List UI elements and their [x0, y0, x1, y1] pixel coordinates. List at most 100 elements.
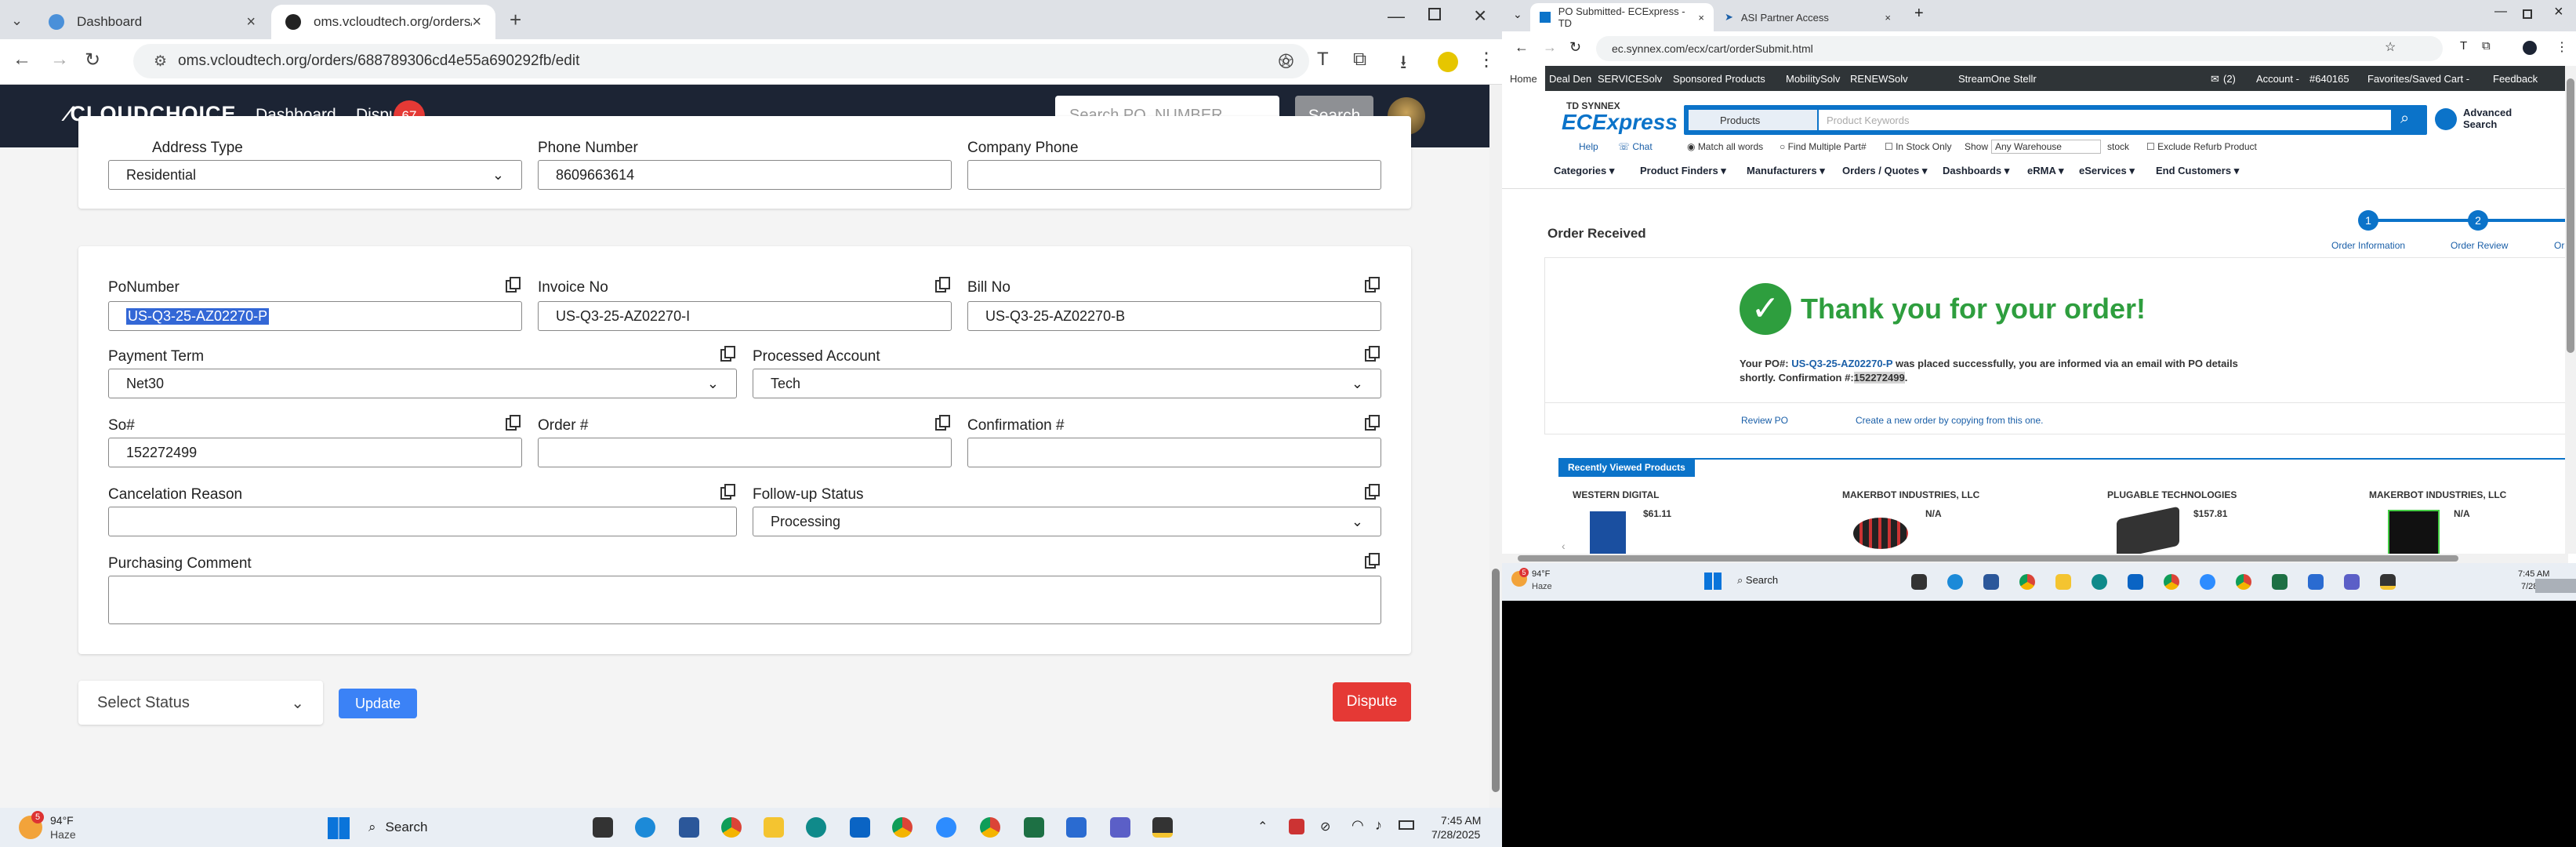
find-multiple-radio[interactable]: ○ Find Multiple Part# — [1780, 141, 1867, 152]
tray-sync-icon[interactable]: ⊘ — [1320, 819, 1330, 834]
product-image-4[interactable] — [2388, 510, 2440, 557]
address-type-select[interactable]: Residential ⌄ — [108, 160, 522, 190]
chrome-icon-3[interactable] — [980, 817, 1000, 838]
chrome-icon-2[interactable] — [2164, 574, 2179, 590]
tray-chevron-icon[interactable]: ⌃ — [1257, 819, 1268, 834]
carousel-prev-icon[interactable]: ‹ — [1562, 540, 1566, 552]
menu-dots-icon[interactable]: ⋮ — [2556, 39, 2568, 55]
followup-status-select[interactable]: Processing ⌄ — [753, 507, 1381, 536]
top-link-servicesolv[interactable]: SERVICESolv — [1598, 73, 1662, 85]
copy-icon[interactable] — [1364, 414, 1381, 431]
calculator-icon[interactable] — [679, 817, 699, 838]
notification-area[interactable] — [2535, 579, 2576, 593]
chat-link[interactable]: ☏ Chat — [1618, 141, 1653, 152]
tab-orders-edit[interactable]: oms.vcloudtech.org/orders/688 × — [271, 5, 495, 39]
cancel-reason-input[interactable] — [108, 507, 737, 536]
close-window-icon[interactable]: × — [1474, 3, 1486, 28]
mail-count[interactable]: (2) — [2223, 73, 2236, 85]
app-icon[interactable] — [1066, 817, 1087, 838]
minimize-icon[interactable]: — — [1388, 6, 1405, 27]
site-info-icon[interactable]: ⚙ — [154, 53, 167, 71]
top-link-deal-den[interactable]: Deal Den — [1549, 73, 1591, 85]
folder-icon[interactable] — [764, 817, 784, 838]
menu-product-finders[interactable]: Product Finders ▾ — [1640, 165, 1726, 177]
edge-browser-icon[interactable] — [2092, 574, 2107, 590]
help-link[interactable]: Help — [1579, 141, 1598, 152]
menu-end-customers[interactable]: End Customers ▾ — [2156, 165, 2239, 177]
scrollbar-thumb[interactable] — [1492, 569, 1500, 792]
payment-term-select[interactable]: Net30 ⌄ — [108, 369, 737, 398]
extension-icon[interactable]: ◎ — [1278, 49, 1294, 71]
product-keyword-input[interactable]: Product Keywords — [1819, 110, 2391, 130]
chrome-icon-2[interactable] — [892, 817, 912, 838]
edge-browser-icon[interactable] — [806, 817, 826, 838]
menu-erma[interactable]: eRMA ▾ — [2027, 165, 2064, 177]
minimize-icon[interactable]: — — [2494, 5, 2507, 19]
menu-eservices[interactable]: eServices ▾ — [2079, 165, 2135, 177]
puzzle-icon[interactable]: ⧉ — [2482, 39, 2491, 53]
update-button[interactable]: Update — [339, 689, 417, 718]
teams-icon[interactable] — [1110, 817, 1130, 838]
clock-time[interactable]: 7:45 AM — [2518, 569, 2549, 579]
close-tab-icon[interactable]: × — [472, 13, 481, 31]
profile-icon[interactable] — [1438, 52, 1458, 72]
mail-icon[interactable]: ✉ — [2211, 73, 2219, 85]
company-phone-input[interactable] — [967, 160, 1381, 190]
battery-icon[interactable] — [1399, 820, 1414, 830]
edge-icon[interactable] — [1947, 574, 1963, 590]
forward-icon[interactable]: → — [1543, 39, 1557, 56]
po-number-link[interactable]: US-Q3-25-AZ02270-P — [1791, 358, 1892, 369]
folder-icon[interactable] — [2055, 574, 2071, 590]
top-link-sponsored[interactable]: Sponsored Products — [1673, 73, 1765, 85]
bill-no-input[interactable]: US-Q3-25-AZ02270-B — [967, 301, 1381, 331]
edge-icon[interactable] — [635, 817, 655, 838]
new-tab-icon[interactable]: + — [1914, 5, 1924, 23]
volume-icon[interactable]: ♪ — [1375, 817, 1382, 834]
copy-icon[interactable] — [505, 414, 522, 431]
back-icon[interactable]: ← — [13, 49, 31, 71]
menu-dashboards[interactable]: Dashboards ▾ — [1943, 165, 2009, 177]
in-stock-checkbox[interactable]: ☐ In Stock Only — [1885, 141, 1951, 152]
warehouse-select[interactable]: Any Warehouse — [1991, 140, 2101, 154]
chrome-icon-3[interactable] — [2236, 574, 2251, 590]
favorites-menu[interactable]: Favorites/Saved Cart - — [2367, 73, 2469, 85]
purchasing-comment-textarea[interactable] — [108, 576, 1381, 624]
start-windows-icon[interactable] — [328, 817, 350, 839]
processed-account-select[interactable]: Tech ⌄ — [753, 369, 1381, 398]
menu-categories[interactable]: Categories ▾ — [1554, 165, 1614, 177]
reload-icon[interactable]: ↻ — [85, 49, 100, 71]
teams-icon[interactable] — [2344, 574, 2360, 590]
close-window-icon[interactable]: × — [2554, 3, 2563, 21]
product-image-3[interactable] — [2117, 506, 2179, 559]
top-link-mobilitysolv[interactable]: MobilitySolv — [1786, 73, 1840, 85]
outlook-icon[interactable] — [850, 817, 870, 838]
confirmation-input[interactable] — [967, 438, 1381, 467]
so-number-input[interactable]: 152272499 — [108, 438, 522, 467]
product-image-1[interactable] — [1590, 511, 1626, 558]
taskbar-search[interactable]: ⌕ Search — [368, 814, 549, 841]
clock-date[interactable]: 7/28/2025 — [1431, 828, 1480, 841]
tab-po-submitted[interactable]: PO Submitted- ECExpress - TD × — [1530, 3, 1714, 31]
feedback-link[interactable]: Feedback — [2493, 73, 2538, 85]
copy-icon[interactable] — [720, 483, 737, 500]
puzzle-icon[interactable]: ⧉ — [1353, 49, 1366, 71]
reload-icon[interactable]: ↻ — [1569, 39, 1581, 56]
download-icon[interactable]: ⭳ — [1400, 49, 1406, 81]
back-icon[interactable]: ← — [1515, 39, 1529, 56]
restore-icon[interactable] — [2523, 9, 2532, 19]
top-link-renewsolv[interactable]: RENEWSolv — [1850, 73, 1908, 85]
outlook-icon[interactable] — [2128, 574, 2143, 590]
excel-icon[interactable] — [2272, 574, 2288, 590]
menu-manufacturers[interactable]: Manufacturers ▾ — [1747, 165, 1825, 177]
advanced-search-icon[interactable] — [2435, 108, 2457, 130]
sticky-app-icon[interactable] — [2380, 574, 2396, 590]
advanced-search-link[interactable]: Advanced Search — [2463, 107, 2534, 130]
start-windows-icon[interactable] — [1704, 573, 1722, 590]
explorer-icon[interactable] — [593, 817, 613, 838]
horizontal-scroll-thumb[interactable] — [1518, 555, 2458, 562]
top-link-streamone[interactable]: StreamOne Stellr — [1958, 73, 2037, 85]
po-number-input[interactable]: US-Q3-25-AZ02270-P — [108, 301, 522, 331]
copy-icon[interactable] — [934, 414, 952, 431]
copy-icon[interactable] — [505, 276, 522, 293]
invoice-no-input[interactable]: US-Q3-25-AZ02270-I — [538, 301, 952, 331]
